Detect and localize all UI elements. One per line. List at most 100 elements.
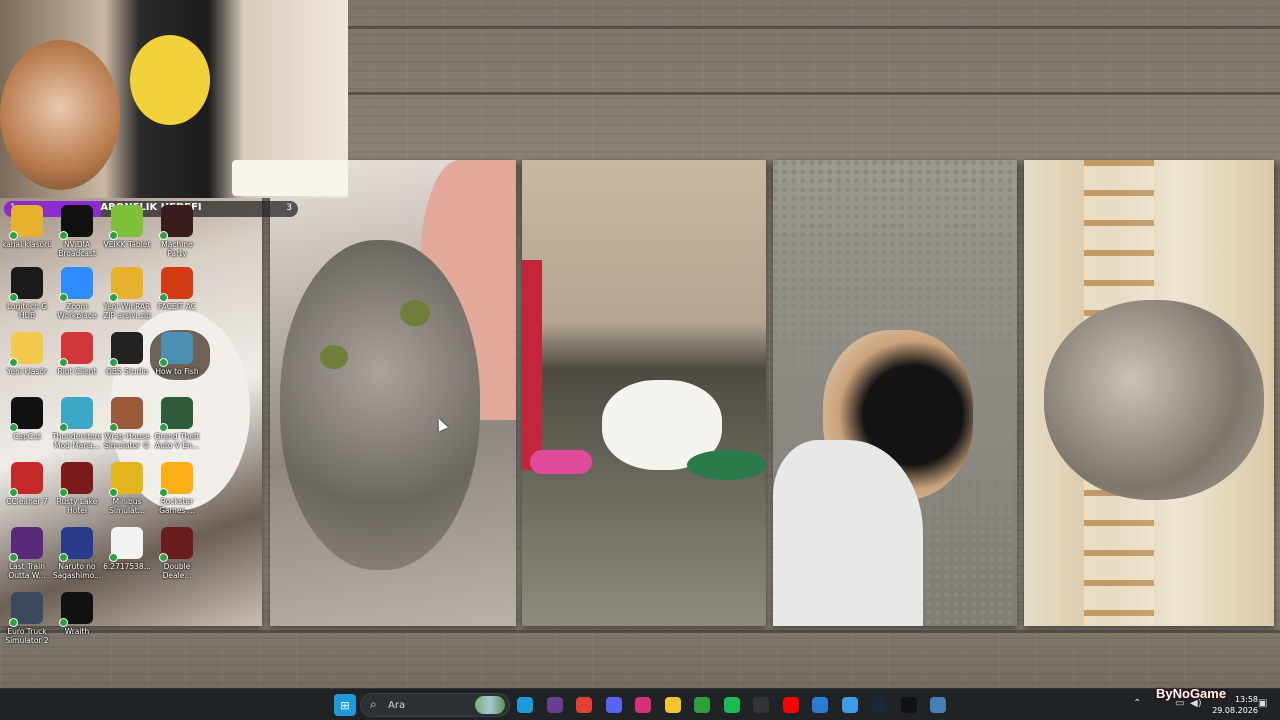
- desktop-icon[interactable]: Yeni klasör: [2, 332, 52, 396]
- sync-check-icon: [9, 488, 18, 497]
- desktop-icon-label: kanal klasörü: [2, 240, 52, 249]
- desktop-icon[interactable]: Yeni WinRAR ZIP arşivi.zip: [102, 267, 152, 331]
- taskbar-app-button[interactable]: [780, 694, 802, 716]
- faceit-icon: [159, 267, 193, 302]
- desktop-icon-label: VEIKK Tablet: [103, 240, 151, 249]
- duck-plush: [130, 35, 210, 125]
- thunderstore-icon: [59, 397, 93, 432]
- desktop-icon[interactable]: Euro Truck Simulator 2: [2, 592, 52, 656]
- taskbar-app-button[interactable]: [839, 694, 861, 716]
- desktop-icon-label: FACEIT AC: [157, 302, 196, 311]
- desktop-icon[interactable]: Riot Client: [52, 332, 102, 396]
- double-dealer-icon: [159, 527, 193, 562]
- desktop-icon[interactable]: 6.2717538...: [102, 527, 152, 591]
- red-pants: [522, 260, 542, 470]
- desktop-icon[interactable]: Naruto no Sagashimo...: [52, 527, 102, 591]
- desktop-icon[interactable]: Rusty Lake Hotel: [52, 462, 102, 526]
- ccleaner-icon: [9, 462, 43, 497]
- desktop-icon-label: Thunderstore Mod Mana...: [52, 432, 102, 450]
- taskbar-app-button[interactable]: [898, 694, 920, 716]
- obs-icon: [109, 332, 143, 367]
- sync-check-icon: [59, 488, 68, 497]
- taskbar-app-button[interactable]: [573, 694, 595, 716]
- taskbar-app-button[interactable]: [750, 694, 772, 716]
- taskbar-app-button[interactable]: [544, 694, 566, 716]
- start-button[interactable]: ⊞: [334, 694, 356, 716]
- sync-check-icon: [159, 553, 168, 562]
- sync-check-icon: [109, 553, 118, 562]
- notification-bell-icon[interactable]: ▣: [1258, 698, 1267, 709]
- logitech-icon: [9, 267, 43, 302]
- steam-icon: [871, 697, 887, 713]
- instagram-icon: [635, 697, 651, 713]
- desktop-icon[interactable]: Logitech G HUB: [2, 267, 52, 331]
- streamer-face: [0, 40, 120, 190]
- desktop-icon-label: How to Fish: [155, 367, 199, 376]
- desktop-icon-label: Wraith: [64, 627, 90, 636]
- sync-check-icon: [59, 423, 68, 432]
- sync-check-icon: [9, 618, 18, 627]
- clock-date: 29.08.2026: [1212, 706, 1258, 715]
- mail-icon: [812, 697, 828, 713]
- desktop-icon[interactable]: CapCut: [2, 397, 52, 461]
- desktop-icon-label: OBS Studio: [106, 367, 148, 376]
- gta-icon: [159, 397, 193, 432]
- taskbar-search-box[interactable]: ⌕ Ara: [360, 693, 510, 717]
- cat-eye: [400, 300, 430, 326]
- desktop-icon-label: Riot Client: [57, 367, 97, 376]
- tabby-cat: [1044, 300, 1264, 500]
- desktop-icon[interactable]: OBS Studio: [102, 332, 152, 396]
- document-icon: [109, 527, 143, 562]
- desktop-icon[interactable]: How to Fish: [152, 332, 202, 396]
- tabby-cat: [280, 240, 480, 570]
- desktop-icon-label: Naruto no Sagashimo...: [52, 562, 102, 580]
- taskbar-app-button[interactable]: [927, 694, 949, 716]
- sync-check-icon: [59, 358, 68, 367]
- settings-app-icon: [930, 697, 946, 713]
- edge-icon: [517, 697, 533, 713]
- taskbar-app-button[interactable]: [691, 694, 713, 716]
- taskbar-app-button[interactable]: [662, 694, 684, 716]
- euro-truck-icon: [9, 592, 43, 627]
- taskbar-app-button[interactable]: [632, 694, 654, 716]
- xbox-icon: [694, 697, 710, 713]
- desktop-icon[interactable]: NVIDIA Broadcast: [52, 205, 102, 269]
- desktop-icon-label: Euro Truck Simulator 2: [5, 627, 49, 645]
- taskbar-app-button[interactable]: [809, 694, 831, 716]
- desktop-icon[interactable]: Double Deale...: [152, 527, 202, 591]
- desktop-icon[interactable]: Wraith: [52, 592, 102, 656]
- show-hidden-icons-chevron-icon[interactable]: ⌃: [1133, 698, 1141, 709]
- desktop-icon[interactable]: Rockstar Games ...: [152, 462, 202, 526]
- green-bowl: [687, 450, 766, 480]
- sync-check-icon: [159, 488, 168, 497]
- desktop-icon[interactable]: Thunderstore Mod Mana...: [52, 397, 102, 461]
- desktop-icon-label: Machine Party: [161, 240, 193, 258]
- desktop-icon-label: Wrap House Simulator ©: [103, 432, 151, 450]
- desktop-icon-label: 6.2717538...: [103, 562, 151, 571]
- taskbar-app-button[interactable]: [603, 694, 625, 716]
- winrar-folder-icon: [109, 267, 143, 302]
- recording-icon: [753, 697, 769, 713]
- desktop-icon[interactable]: Zoom Workplace: [52, 267, 102, 331]
- rusty-lake-icon: [59, 462, 93, 497]
- last-train-icon: [9, 527, 43, 562]
- desktop-icon[interactable]: Wrap House Simulator ©: [102, 397, 152, 461]
- sync-check-icon: [109, 231, 118, 240]
- sync-check-icon: [109, 488, 118, 497]
- desktop-icon-label: Last Train Outta W...: [8, 562, 46, 580]
- taskbar-app-button[interactable]: [868, 694, 890, 716]
- taskbar-app-button[interactable]: [514, 694, 536, 716]
- folder-icon: [9, 205, 43, 240]
- desktop-icon[interactable]: Grand Theft Auto V En...: [152, 397, 202, 461]
- desktop-icon-label: Minibus Simulat...: [109, 497, 145, 515]
- desktop-icon[interactable]: CCleaner 7: [2, 462, 52, 526]
- desktop-icon[interactable]: kanal klasörü: [2, 205, 52, 269]
- sync-check-icon: [109, 358, 118, 367]
- desktop-icon[interactable]: FACEIT AC: [152, 267, 202, 331]
- desktop-icon[interactable]: Minibus Simulat...: [102, 462, 152, 526]
- desktop-icon[interactable]: Machine Party: [152, 205, 202, 269]
- desktop-icon[interactable]: Last Train Outta W...: [2, 527, 52, 591]
- minibus-icon: [109, 462, 143, 497]
- taskbar-app-button[interactable]: [721, 694, 743, 716]
- desktop-icon[interactable]: VEIKK Tablet: [102, 205, 152, 269]
